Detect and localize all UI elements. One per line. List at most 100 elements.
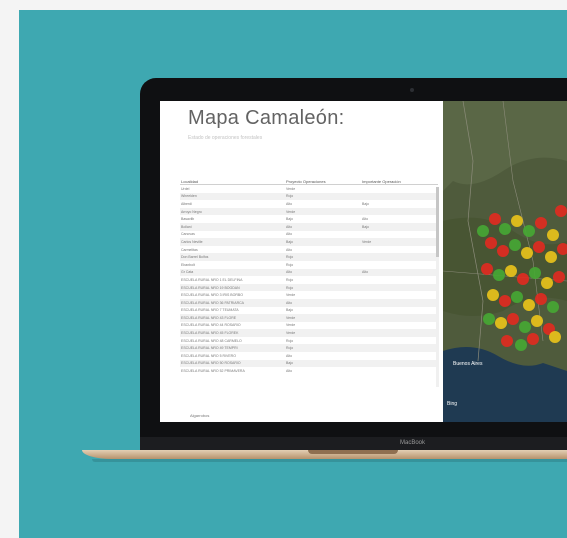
table-row[interactable]: ESCUELA RURAL NRO 49 TEMPRI Rojo: [180, 344, 438, 353]
map-marker-yellow[interactable]: [487, 289, 499, 301]
map-marker-red[interactable]: [527, 333, 539, 345]
table-row[interactable]: Carlos Neville Bajo Verde: [180, 238, 438, 246]
table-cell: Rojo: [286, 255, 294, 260]
table-cell: Gr Cata: [181, 270, 194, 275]
table-row[interactable]: Bollani Alto Bajo: [180, 222, 438, 231]
laptop-notch: [308, 450, 398, 454]
map-marker-yellow[interactable]: [523, 299, 535, 311]
table-scrollbar-thumb[interactable]: [436, 187, 439, 257]
column-header-importante[interactable]: Importante Operación: [362, 179, 437, 184]
map-view[interactable]: Buenos Aires Bing: [443, 101, 567, 422]
map-marker-yellow[interactable]: [531, 315, 543, 327]
table-cell: Verde: [286, 209, 296, 214]
map-marker-red[interactable]: [485, 237, 497, 249]
table-row[interactable]: Wheelden Rojo: [180, 192, 438, 201]
map-marker-yellow[interactable]: [541, 277, 553, 289]
map-marker-yellow[interactable]: [505, 265, 517, 277]
map-marker-green[interactable]: [493, 269, 505, 281]
map-marker-red[interactable]: [497, 245, 509, 257]
table-row[interactable]: Basavilb Bajo Alto: [180, 215, 438, 223]
table-cell: Canovas: [181, 232, 195, 237]
table-row[interactable]: ESCUELA RURAL NRO 1 EL DELFINA Rojo: [180, 276, 438, 284]
map-marker-green[interactable]: [523, 225, 535, 237]
column-header-proyecto[interactable]: Proyecto Operaciones: [286, 179, 362, 184]
table-cell: ESCUELA RURAL NRO 45 FLOREK: [181, 331, 239, 336]
map-marker-red[interactable]: [507, 313, 519, 325]
report-title: Mapa Camaleón:: [188, 107, 345, 129]
table-cell: Basavilb: [181, 217, 195, 222]
table-cell: Alto: [286, 300, 293, 305]
table-cell: ESCUELA RURAL NRO 52 PRIMAVERA: [181, 369, 245, 374]
map-marker-red[interactable]: [535, 217, 547, 229]
table-cell: ESCUELA RURAL NRO 1 EL DELFINA: [181, 277, 243, 282]
map-marker-green[interactable]: [519, 321, 531, 333]
table-cell: ESCUELA RURAL NRO 36 PATRIARCA: [181, 300, 244, 305]
table-cell: ESCUELA RURAL NRO 50 ROSARIO: [181, 361, 241, 366]
table-row[interactable]: ESCUELA RURAL NRO 3 IRIS BORBO Verde: [180, 291, 438, 299]
table-cell: ESCUELA RURAL NRO 44 ROSARIO: [181, 323, 241, 328]
table-cell: Bollani: [181, 224, 192, 229]
table-row[interactable]: Alberdi Alto Bajo: [180, 200, 438, 208]
map-marker-red[interactable]: [533, 241, 545, 253]
map-marker-red[interactable]: [535, 293, 547, 305]
table-cell: Carmelitas: [181, 247, 198, 252]
table-cell: Arroyo Negro: [181, 209, 202, 214]
map-marker-green[interactable]: [499, 223, 511, 235]
map-marker-red[interactable]: [501, 335, 513, 347]
table-cell: Alto: [286, 224, 293, 229]
map-marker-red[interactable]: [517, 273, 529, 285]
map-marker-yellow[interactable]: [547, 229, 559, 241]
table-cell: Verde: [286, 186, 296, 191]
map-marker-yellow[interactable]: [511, 215, 523, 227]
table-cell: ESCUELA RURAL NRO 49 TEMPRI: [181, 346, 238, 351]
locations-table: Localidad Proyecto Operaciones Important…: [180, 175, 438, 397]
table-row[interactable]: ESCUELA RURAL NRO 50 ROSARIO Bajo: [180, 359, 438, 368]
table-row[interactable]: ESCUELA RURAL NRO 7 TEUMATA Bajo: [180, 307, 438, 315]
table-cell: Verde: [286, 315, 296, 320]
table-row[interactable]: ESCUELA RURAL NRO 43 FLORE Verde: [180, 314, 438, 322]
camera-icon: [410, 88, 414, 92]
table-row[interactable]: Carmelitas Alto: [180, 246, 438, 254]
map-marker-red[interactable]: [489, 213, 501, 225]
table-row[interactable]: ESCUELA RURAL NRO 44 ROSARIO Verde: [180, 322, 438, 330]
map-marker-yellow[interactable]: [495, 317, 507, 329]
map-marker-green[interactable]: [509, 239, 521, 251]
table-row[interactable]: Arroyo Negro Verde: [180, 207, 438, 216]
laptop-shadow: [92, 459, 567, 462]
table-cell: ESCUELA RURAL NRO 3 IRIS BORBO: [181, 293, 243, 298]
table-row[interactable]: Gr Cata Alto Alto: [180, 268, 438, 277]
map-marker-green[interactable]: [511, 291, 523, 303]
table-row[interactable]: Ebanbolt Rojo: [180, 261, 438, 269]
map-marker-yellow[interactable]: [545, 251, 557, 263]
table-row[interactable]: ESCUELA RURAL NRO 48 CARMELO Rojo: [180, 337, 438, 345]
table-row[interactable]: ESCUELA RURAL NRO 52 PRIMAVERA Alto: [180, 367, 438, 375]
map-marker-red[interactable]: [481, 263, 493, 275]
table-cell: Rojo: [286, 277, 294, 282]
table-cell: Bajo: [286, 217, 294, 222]
map-marker-green[interactable]: [477, 225, 489, 237]
map-marker-green[interactable]: [547, 301, 559, 313]
table-row[interactable]: ESCUELA RURAL NRO 19 BOGDAN Rojo: [180, 283, 438, 292]
table-row[interactable]: ESCUELA RURAL NRO 45 FLOREK Verde: [180, 329, 438, 337]
bing-logo: Bing: [447, 401, 457, 407]
map-marker-yellow[interactable]: [549, 331, 561, 343]
map-marker-green[interactable]: [483, 313, 495, 325]
table-cell: Urdel: [181, 186, 190, 191]
map-marker-red[interactable]: [499, 295, 511, 307]
map-marker-green[interactable]: [529, 267, 541, 279]
map-marker-red[interactable]: [555, 205, 567, 217]
table-row[interactable]: ESCUELA RURAL NRO 5 RIVERO Alto: [180, 352, 438, 360]
table-row[interactable]: ESCUELA RURAL NRO 36 PATRIARCA Alto: [180, 298, 438, 307]
map-marker-green[interactable]: [515, 339, 527, 351]
table-row[interactable]: Urdel Verde: [180, 185, 438, 193]
column-header-localidad[interactable]: Localidad: [180, 179, 286, 184]
table-cell: Alto: [362, 270, 369, 275]
table-cell: ESCUELA RURAL NRO 7 TEUMATA: [181, 308, 239, 313]
table-row[interactable]: Don Barrel Bolfos Rojo: [180, 253, 438, 261]
table-cell: Alto: [286, 369, 293, 374]
table-cell: ESCUELA RURAL NRO 19 BOGDAN: [181, 285, 240, 290]
table-row[interactable]: Canovas Alto: [180, 231, 438, 239]
map-marker-red[interactable]: [553, 271, 565, 283]
map-marker-yellow[interactable]: [521, 247, 533, 259]
table-cell: Bajo: [286, 308, 294, 313]
